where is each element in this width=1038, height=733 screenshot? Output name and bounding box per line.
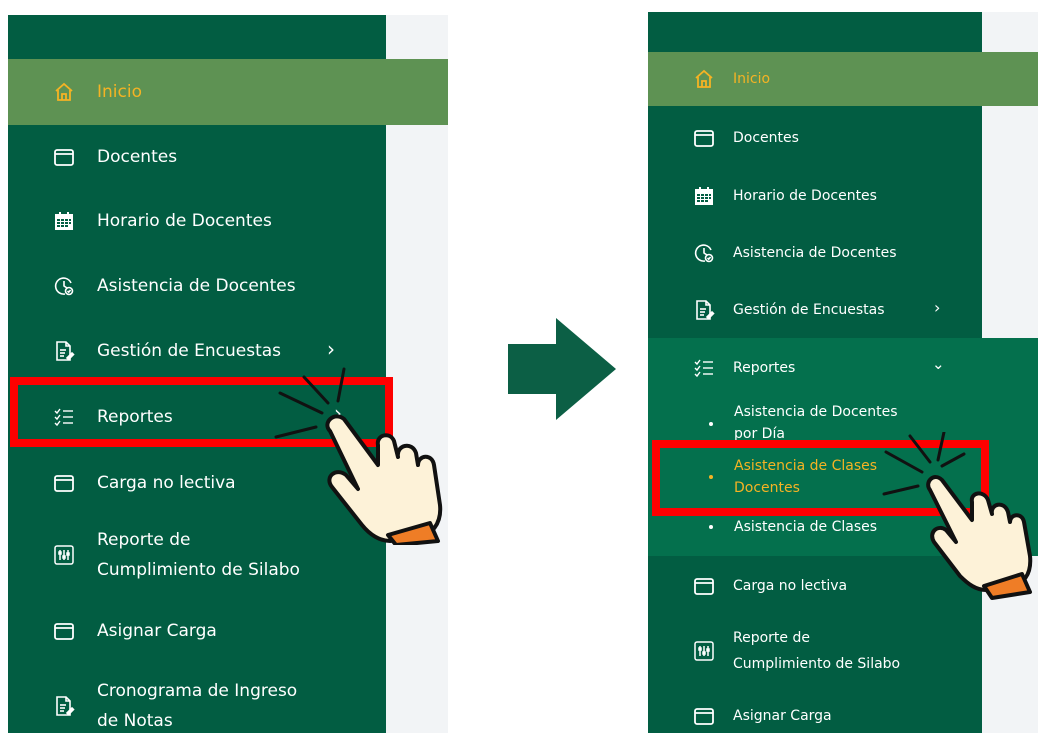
clock-check-icon — [692, 241, 716, 265]
home-icon — [52, 80, 76, 104]
sidebar-item-label: Carga no lectiva — [733, 578, 848, 594]
calendar-icon — [52, 209, 76, 233]
bullet-icon — [709, 525, 713, 529]
left-screenshot: Inicio Docentes Horario de Docentes Asis… — [8, 15, 448, 733]
sidebar-item-label-line2: Cumplimiento de Silabo — [733, 656, 901, 672]
submenu-item-label: Asistencia de Clases — [734, 519, 878, 535]
arrow-right-icon — [508, 318, 616, 420]
sidebar-item-label: Inicio — [97, 82, 142, 102]
sidebar-item-asignar-carga[interactable]: Asignar Carga — [648, 690, 1038, 733]
sidebar-item-asistencia-docentes[interactable]: Asistencia de Docentes — [648, 224, 1038, 282]
checklist-icon — [692, 356, 716, 380]
sidebar-item-reporte-cumplimiento-silabo[interactable]: Reporte de Cumplimiento de Silabo — [648, 618, 1038, 684]
clock-check-icon — [52, 274, 76, 298]
chevron-down-icon: ⌄ — [932, 355, 945, 373]
bullet-icon — [709, 422, 713, 426]
sidebar-item-label: Gestión de Encuestas — [97, 341, 282, 361]
sidebar-item-label: Inicio — [733, 71, 771, 87]
sidebar-item-label: Reportes — [733, 360, 796, 376]
sidebar-item-label: Carga no lectiva — [97, 473, 236, 493]
window-icon — [52, 619, 76, 643]
window-icon — [692, 704, 716, 728]
chevron-right-icon: › — [934, 298, 941, 317]
survey-doc-icon — [52, 694, 76, 718]
sidebar-item-label: Reporte de — [733, 630, 810, 646]
sidebar-item-label: Asistencia de Docentes — [733, 245, 897, 261]
window-icon — [52, 145, 76, 169]
sidebar-item-label: Docentes — [97, 147, 178, 167]
sidebar-item-docentes[interactable]: Docentes — [8, 125, 448, 189]
window-icon — [692, 126, 716, 150]
sidebar-item-label: Asistencia de Docentes — [97, 276, 296, 296]
survey-doc-icon — [692, 298, 716, 322]
submenu-item-label: Asistencia de Docentes — [734, 404, 898, 420]
sidebar-item-label-line2: Cumplimiento de Silabo — [97, 560, 300, 580]
survey-doc-icon — [52, 339, 76, 363]
sidebar-item-cronograma-notas[interactable]: Cronograma de Ingreso de Notas — [8, 671, 448, 733]
home-icon — [692, 67, 716, 91]
window-icon — [52, 471, 76, 495]
pointing-hand-icon — [882, 432, 1033, 600]
sliders-icon — [692, 639, 716, 663]
calendar-icon — [692, 184, 716, 208]
sidebar-item-label: Docentes — [733, 130, 799, 146]
sidebar-item-asistencia-docentes[interactable]: Asistencia de Docentes — [8, 253, 448, 319]
sidebar-item-label: Horario de Docentes — [733, 188, 877, 204]
sidebar-item-label: Cronograma de Ingreso — [97, 681, 298, 701]
sidebar-item-label: Asignar Carga — [733, 708, 832, 724]
sidebar-item-label: Gestión de Encuestas — [733, 302, 885, 318]
sidebar-item-label-line2: de Notas — [97, 711, 173, 731]
sidebar-item-reportes[interactable]: Reportes — [648, 340, 1038, 396]
sidebar-item-gestion-encuestas[interactable]: Gestión de Encuestas — [648, 282, 1038, 338]
sliders-icon — [52, 543, 76, 567]
sidebar-item-label: Asignar Carga — [97, 621, 217, 641]
window-icon — [692, 574, 716, 598]
sidebar-item-inicio[interactable]: Inicio — [648, 52, 1038, 106]
sidebar-item-docentes[interactable]: Docentes — [648, 110, 1038, 166]
sidebar-item-horario-docentes[interactable]: Horario de Docentes — [648, 168, 1038, 224]
sidebar-item-label: Reporte de — [97, 530, 191, 550]
sidebar-item-inicio[interactable]: Inicio — [8, 59, 448, 125]
right-screenshot: Inicio Docentes Horario de Docentes Asis… — [648, 12, 1038, 733]
sidebar-item-label: Horario de Docentes — [97, 211, 272, 231]
sidebar-item-asignar-carga[interactable]: Asignar Carga — [8, 599, 448, 663]
pointing-hand-icon — [274, 367, 443, 545]
sidebar-item-horario-docentes[interactable]: Horario de Docentes — [8, 189, 448, 253]
chevron-right-icon: › — [327, 337, 335, 361]
